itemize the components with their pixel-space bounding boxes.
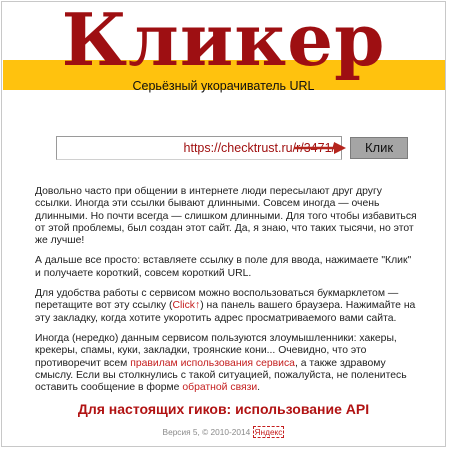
page-frame: Кликер Серьёзный укорачиватель URL https… (1, 1, 446, 447)
bookmarklet-link[interactable]: Click↑ (172, 300, 200, 311)
description: Довольно часто при общении в интернете л… (35, 186, 418, 402)
rules-link[interactable]: правилам использования сервиса (130, 358, 295, 369)
footer-text: Версия 5, © 2010-2014 (162, 427, 253, 437)
arrow-right-icon (294, 142, 346, 154)
paragraph-howto: А дальше все просто: вставляете ссылку в… (35, 255, 412, 279)
shorten-button[interactable]: Клик (350, 137, 408, 159)
abuse-text-after: . (257, 382, 261, 394)
feedback-link[interactable]: обратной связи (182, 382, 257, 393)
paragraph-intro: Довольно часто при общении в интернете л… (35, 186, 417, 247)
site-logo[interactable]: Кликер (2, 2, 445, 82)
api-link[interactable]: Для настоящих гиков: использование API (2, 401, 445, 417)
paragraph-bookmarklet: Для удобства работы с сервисом можно вос… (35, 288, 418, 325)
footer: Версия 5, © 2010-2014 Яндекс (2, 426, 445, 438)
shorten-form: https://checktrust.ru/r/3471/ Клик (56, 136, 408, 162)
yandex-link[interactable]: Яндекс (252, 426, 285, 438)
site-tagline: Серьёзный укорачиватель URL (132, 79, 315, 93)
paragraph-abuse: Иногда (нередко) данным сервисом пользую… (35, 333, 418, 394)
